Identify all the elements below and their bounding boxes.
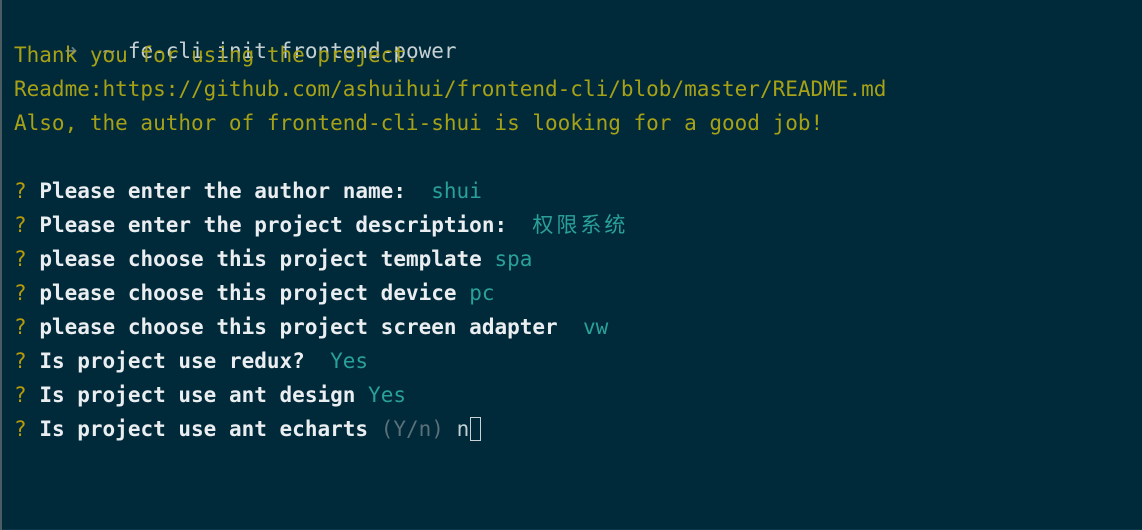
question-text: Please enter the project description: — [39, 213, 508, 237]
question-text: Is project use ant design — [39, 383, 356, 407]
question-description: ? Please enter the project description: … — [14, 210, 628, 240]
question-template: ? please choose this project template sp… — [14, 244, 532, 274]
intro-line-1: Thank you for using the project. — [14, 43, 419, 67]
question-mark-icon: ? — [14, 315, 27, 339]
text-cursor — [470, 417, 482, 441]
question-text: please choose this project device — [39, 281, 457, 305]
answer-text: shui — [431, 179, 482, 203]
clipped-previous-line: ˙ — [14, 0, 204, 5]
question-text: Is project use redux? — [39, 349, 305, 373]
terminal-window[interactable]: ˙ ➜ ~ fe-cli init frontend-power Thank y… — [0, 0, 1142, 530]
question-text: please choose this project template — [39, 247, 482, 271]
typed-input[interactable]: n — [457, 417, 470, 441]
answer-text: vw — [582, 315, 609, 339]
question-echarts-prompt[interactable]: ? Is project use ant echarts (Y/n) n — [14, 414, 482, 444]
question-device: ? please choose this project device pc — [14, 278, 495, 308]
question-redux: ? Is project use redux? Yes — [14, 346, 368, 376]
answer-text: Yes — [330, 349, 369, 373]
question-text: please choose this project screen adapte… — [39, 315, 558, 339]
default-hint: (Y/n) — [380, 417, 444, 441]
answer-text: pc — [469, 281, 495, 305]
question-mark-icon: ? — [14, 247, 27, 271]
question-mark-icon: ? — [14, 179, 27, 203]
question-mark-icon: ? — [14, 417, 27, 441]
question-mark-icon: ? — [14, 213, 27, 237]
intro-readme-line: Readme:https://github.com/ashuihui/front… — [14, 77, 887, 101]
question-text: Is project use ant echarts — [39, 417, 369, 441]
question-ant-design: ? Is project use ant design Yes — [14, 380, 406, 410]
answer-text: 权限系统 — [532, 213, 629, 237]
command-line: ➜ ~ fe-cli init frontend-power — [14, 6, 457, 63]
answer-text: spa — [494, 247, 533, 271]
question-mark-icon: ? — [14, 281, 27, 305]
intro-line-3: Also, the author of frontend-cli-shui is… — [14, 111, 824, 135]
question-text: Please enter the author name: — [39, 179, 406, 203]
answer-text: Yes — [368, 383, 406, 407]
question-mark-icon: ? — [14, 383, 27, 407]
question-mark-icon: ? — [14, 349, 27, 373]
question-author: ? Please enter the author name: shui — [14, 176, 482, 206]
question-screen-adapter: ? please choose this project screen adap… — [14, 312, 608, 342]
